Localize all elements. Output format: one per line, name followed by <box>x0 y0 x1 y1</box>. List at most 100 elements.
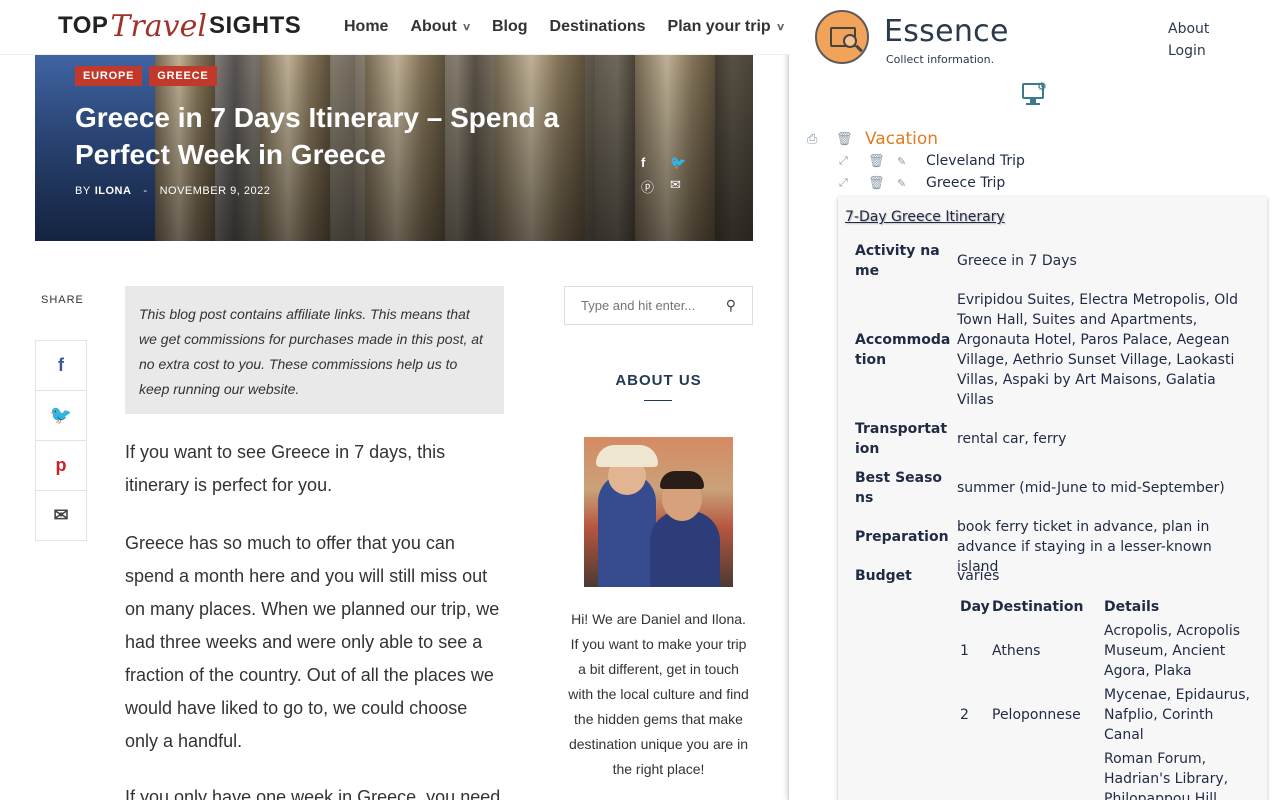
tree-item-cleveland-trip: ⤢ 🗑 ✎ Cleveland Trip <box>839 153 1025 169</box>
nav-blog[interactable]: Blog <box>492 18 528 36</box>
edit-icon[interactable]: ✎ <box>897 155 926 168</box>
folder-row-vacation: ⎙ 🗑 Vacation <box>807 129 938 149</box>
print-icon[interactable]: ⎙ <box>807 132 836 147</box>
about-us-text: Hi! We are Daniel and Ilona. If you want… <box>568 611 749 777</box>
byline-separator: - <box>143 185 148 197</box>
field-label-accommodation: Accommodation <box>855 332 951 368</box>
table-cell-day: 2 <box>960 707 969 723</box>
login-link[interactable]: Login <box>1168 40 1209 62</box>
trash-icon[interactable]: 🗑 <box>868 176 897 191</box>
field-value-activity: Greece in 7 Days <box>957 253 1077 269</box>
nav-home-label: Home <box>344 18 389 35</box>
expand-icon[interactable]: ⤢ <box>839 176 868 190</box>
tree-item-label[interactable]: Cleveland Trip <box>926 153 1025 169</box>
nav-about-label: About <box>410 18 457 35</box>
blog-page: TOP Travel SIGHTS Home About ∨ Blog Desti… <box>0 0 790 800</box>
itinerary-card: 7-Day Greece Itinerary Activity name Gre… <box>838 197 1267 800</box>
nav-destinations-label: Destinations <box>549 18 646 35</box>
share-twitter-button[interactable]: 🐦 <box>35 390 87 441</box>
share-buttons: f 🐦 p ✉ <box>35 340 87 541</box>
about-us-photo <box>584 437 733 587</box>
mail-icon[interactable]: ✉ <box>670 177 699 196</box>
about-us-heading: ABOUT US <box>615 372 702 389</box>
table-cell-details: Acropolis, Acropolis Museum, Ancient Ago… <box>1104 623 1241 679</box>
byline-by: BY <box>75 185 91 197</box>
nav-plan-label: Plan your trip <box>667 18 771 35</box>
field-value-transportation: rental car, ferry <box>957 431 1067 447</box>
affiliate-disclaimer: This blog post contains affiliate links.… <box>125 286 504 414</box>
field-label-budget: Budget <box>855 568 912 584</box>
site-logo[interactable]: TOP Travel SIGHTS <box>58 6 301 46</box>
byline-author[interactable]: ILONA <box>95 185 132 197</box>
screen: TOP Travel SIGHTS Home About ∨ Blog Desti… <box>0 0 1280 800</box>
nav-destinations[interactable]: Destinations <box>550 18 646 36</box>
photo-hair <box>660 471 704 489</box>
field-label-transportation: Transportation <box>855 421 948 457</box>
article-paragraph: Greece has so much to offer that you can… <box>125 533 500 751</box>
table-cell-details: Mycenae, Epidaurus, Nafplio, Corinth Can… <box>1104 687 1250 743</box>
table-header-details: Details <box>1104 599 1160 615</box>
article-paragraph: If you want to see Greece in 7 days, thi… <box>125 442 446 495</box>
mail-icon: ✉ <box>53 505 69 525</box>
facebook-icon[interactable]: f <box>641 155 670 171</box>
table-cell-destination: Peloponnese <box>992 707 1081 723</box>
chevron-down-icon: ∨ <box>775 21 786 33</box>
twitter-icon[interactable]: 🐦 <box>670 155 699 171</box>
nav-blog-label: Blog <box>491 18 528 35</box>
tree-item-label[interactable]: Greece Trip <box>926 175 1005 191</box>
monitor-settings-icon[interactable]: ⚙ <box>1022 80 1048 107</box>
tag-europe[interactable]: EUROPE <box>75 66 143 86</box>
card-title[interactable]: 7-Day Greece Itinerary <box>845 209 1005 225</box>
table-header-destination: Destination <box>992 599 1084 615</box>
field-label-preparation: Preparation <box>855 529 949 545</box>
chevron-down-icon: ∨ <box>461 21 472 33</box>
share-mail-button[interactable]: ✉ <box>35 490 87 541</box>
table-cell-destination: Athens <box>992 643 1041 659</box>
main-nav: Home About ∨ Blog Destinations Plan your … <box>344 18 786 36</box>
photo-person <box>650 511 720 587</box>
logo-word-top: TOP <box>58 12 109 39</box>
byline-date: NOVEMBER 9, 2022 <box>159 185 271 197</box>
tag-greece[interactable]: GREECE <box>149 66 217 86</box>
trash-icon[interactable]: 🗑 <box>836 132 865 147</box>
monitor-base <box>1026 103 1040 105</box>
search-input[interactable] <box>581 298 711 313</box>
table-cell-day: 1 <box>960 643 969 659</box>
nav-home[interactable]: Home <box>344 18 388 36</box>
trash-icon[interactable]: 🗑 <box>868 154 897 169</box>
table-cell-details: Roman Forum, Hadrian's Library, Philopap… <box>1104 751 1229 800</box>
facebook-icon: f <box>58 355 64 375</box>
hero-tags: EUROPE GREECE <box>75 66 217 86</box>
gear-icon: ⚙ <box>1037 80 1047 93</box>
share-pinterest-button[interactable]: p <box>35 440 87 491</box>
hero-share-icons: f 🐦 ⓟ ✉ <box>641 155 699 196</box>
essence-title: Essence <box>884 14 1009 49</box>
pinterest-icon: p <box>55 455 67 475</box>
magnifier-handle <box>855 44 863 53</box>
about-link[interactable]: About <box>1168 18 1209 40</box>
photo-hat <box>596 445 658 467</box>
expand-icon[interactable]: ⤢ <box>839 154 868 168</box>
nav-plan-your-trip[interactable]: Plan your trip ∨ <box>667 18 786 36</box>
logo-word-sights: SIGHTS <box>208 12 302 39</box>
edit-icon[interactable]: ✎ <box>897 177 926 190</box>
folder-label[interactable]: Vacation <box>865 129 938 149</box>
post-title: Greece in 7 Days Itinerary – Spend a Per… <box>75 102 560 170</box>
twitter-icon: 🐦 <box>49 405 73 425</box>
field-value-budget: varies <box>957 568 1000 584</box>
essence-logo-icon[interactable] <box>815 10 869 64</box>
divider <box>644 400 672 401</box>
article-paragraph: If you only have one week in Greece, you… <box>125 787 501 800</box>
tree-item-greece-trip: ⤢ 🗑 ✎ Greece Trip <box>839 175 1005 191</box>
share-label: SHARE <box>41 294 84 306</box>
search-icon[interactable]: ⚲ <box>726 297 736 314</box>
essence-panel: Essence Collect information. About Login… <box>788 0 1280 800</box>
search-box: ⚲ <box>564 286 753 325</box>
pinterest-icon[interactable]: ⓟ <box>641 177 670 196</box>
nav-about[interactable]: About ∨ <box>410 18 472 36</box>
share-facebook-button[interactable]: f <box>35 340 87 391</box>
field-label-best-seasons: Best Seasons <box>855 470 943 506</box>
field-value-best-seasons: summer (mid-June to mid-September) <box>957 480 1225 496</box>
table-header-day: Day <box>960 599 990 615</box>
site-header: TOP Travel SIGHTS Home About ∨ Blog Desti… <box>0 0 790 55</box>
